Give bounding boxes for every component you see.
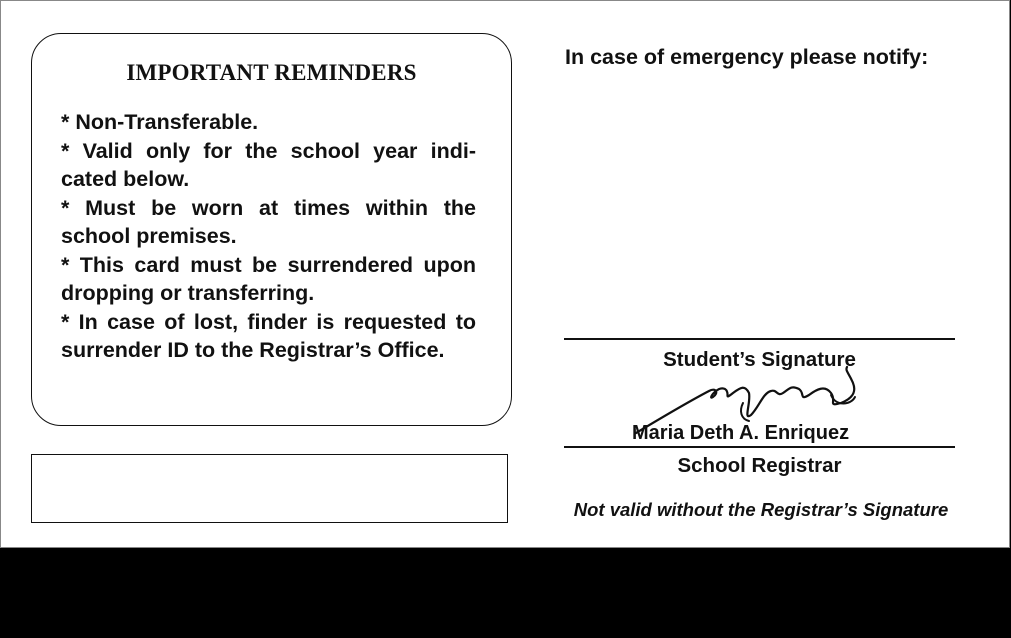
reminder-item: * Non-Transferable. (61, 110, 259, 134)
registrar-signature-line (564, 446, 955, 448)
school-year-box (31, 454, 508, 523)
validity-note: Not valid without the Registrar’s Signat… (573, 499, 949, 520)
emergency-contact-label: In case of emergency please notify: (565, 45, 929, 69)
reminder-item: * Valid only for the school year indi-ca… (61, 138, 476, 192)
reminders-title: IMPORTANT REMINDERS (126, 60, 417, 85)
reminder-item: * In case of lost, finder is requested t… (61, 309, 476, 363)
bottom-black-band (0, 548, 1011, 638)
registrar-caption: School Registrar (677, 454, 842, 477)
reminder-item: * This card must be surrendered upon dro… (61, 252, 476, 306)
id-card-back: IMPORTANT REMINDERS * Non-Transferable. … (0, 0, 1010, 548)
reminders-panel: IMPORTANT REMINDERS * Non-Transferable. … (31, 33, 512, 426)
student-signature-line (564, 338, 955, 340)
registrar-name: Maria Deth A. Enriquez (632, 422, 850, 444)
reminder-item: * Must be worn at times within the schoo… (61, 195, 476, 249)
reminders-list: * Non-Transferable. * Valid only for the… (61, 108, 476, 365)
